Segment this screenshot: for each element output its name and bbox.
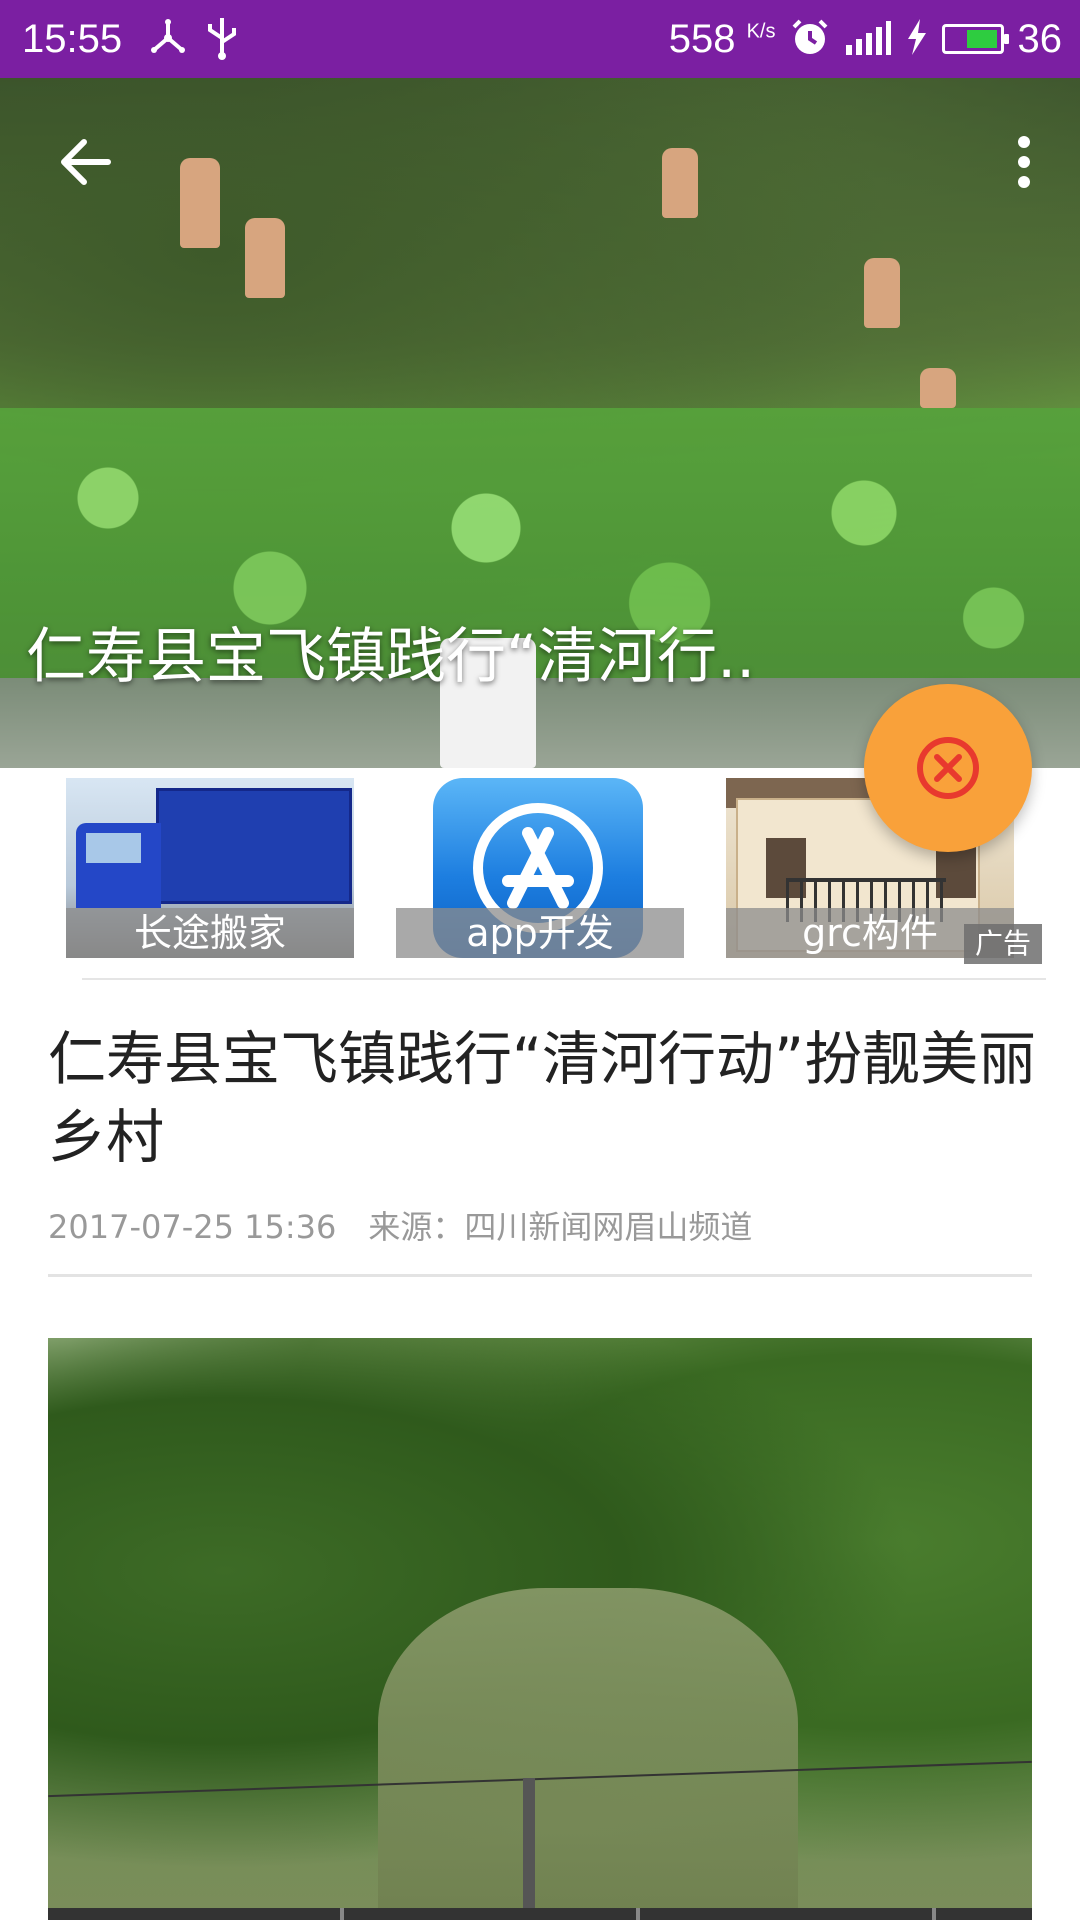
hero-figure <box>920 368 956 408</box>
usb-tether-icon <box>148 18 188 62</box>
photo-pole <box>523 1778 535 1920</box>
truck-cab <box>76 823 161 908</box>
network-speed: 558 K/s <box>668 16 776 61</box>
more-options-button[interactable] <box>1000 130 1048 194</box>
ad-badge: 广告 <box>964 924 1042 964</box>
ad-item-app-dev[interactable]: app开发 <box>396 778 684 958</box>
status-right-group: 558 K/s 36 <box>669 12 1062 66</box>
article-image[interactable] <box>48 1338 1032 1920</box>
photo-lake <box>378 1588 798 1920</box>
more-vertical-icon <box>1018 136 1030 188</box>
ad-item-label: app开发 <box>396 908 684 958</box>
charging-icon <box>906 17 928 62</box>
close-ad-button[interactable] <box>864 684 1032 852</box>
battery-icon <box>941 24 1009 54</box>
battery-fill <box>966 30 997 48</box>
divider <box>48 1274 1032 1277</box>
photo-bottom-strip <box>48 1908 1032 1920</box>
hero-figure <box>180 158 220 248</box>
article-date: 2017-07-25 15:36 <box>48 1208 337 1246</box>
status-left-icons <box>148 16 238 64</box>
battery-level: 36 <box>1017 16 1063 61</box>
alarm-icon <box>790 17 830 62</box>
signal-4g-icon <box>844 17 892 62</box>
article-source: 来源：四川新闻网眉山频道 <box>368 1208 753 1246</box>
usb-icon <box>206 16 238 64</box>
hero-figure <box>864 258 900 328</box>
ad-item-label: 长途搬家 <box>66 908 354 958</box>
back-button[interactable] <box>54 130 118 194</box>
status-bar: 15:55 558 K/s 36 <box>0 0 1080 78</box>
status-time: 15:55 <box>22 17 123 61</box>
close-circle-icon <box>917 737 979 799</box>
hero-figure <box>245 218 285 298</box>
truck-cargo-box <box>156 788 352 904</box>
article-title: 仁寿县宝飞镇践行“清河行动”扮靓美丽乡村 <box>48 1025 1037 1171</box>
divider <box>82 978 1046 980</box>
hero-image[interactable]: 仁寿县宝飞镇践行“清河行.. <box>0 78 1080 768</box>
arrow-left-icon <box>61 139 111 185</box>
article-meta: 2017-07-25 15:36 来源：四川新闻网眉山频道 <box>48 1202 752 1248</box>
ad-item-moving[interactable]: 长途搬家 <box>66 778 354 958</box>
hero-caption: 仁寿县宝飞镇践行“清河行.. <box>26 622 756 692</box>
hero-figure <box>662 148 698 218</box>
